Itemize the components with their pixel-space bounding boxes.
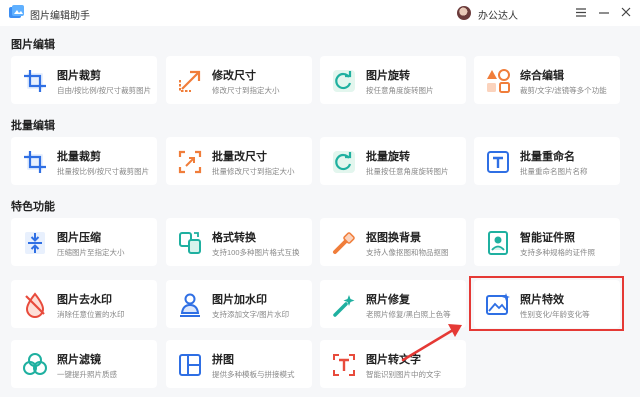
card-batch-rename[interactable]: 批量重命名 批量重命名图片名称	[474, 137, 620, 185]
sparkle-wand-icon	[333, 295, 355, 317]
card-filter-desc: 一键提升照片质感	[57, 370, 117, 379]
card-convert-title: 格式转换	[212, 232, 256, 244]
annotation-arrow-icon	[401, 324, 462, 362]
resize-icon	[179, 70, 201, 92]
shapes-icon	[487, 69, 510, 93]
card-rotate-title: 图片旋转	[366, 70, 410, 82]
avatar[interactable]	[457, 6, 471, 20]
crop-icon	[24, 70, 46, 92]
card-resize-title: 修改尺寸	[212, 70, 256, 82]
card-resize-desc: 修改尺寸到指定大小	[212, 86, 280, 95]
card-batch-rotate[interactable]: 批量旋转 批量按任意角度旋转图片	[320, 137, 466, 185]
card-cutout[interactable]: 抠图换背景 支持人像抠图和物品抠图	[320, 218, 466, 266]
card-watermark[interactable]: 图片加水印 支持添加文字/图片水印	[166, 280, 312, 328]
app-title: 图片编辑助手	[30, 11, 90, 22]
card-batch-rotate-title: 批量旋转	[366, 151, 410, 163]
text-t-icon	[487, 151, 509, 173]
card-compress-desc: 压缩图片至指定大小	[57, 248, 125, 257]
card-idphoto-desc: 支持多种规格的证件照	[520, 248, 595, 257]
card-collage-title: 拼图	[212, 354, 234, 366]
menu-button[interactable]	[574, 4, 588, 20]
card-collage[interactable]: 拼图 提供多种模板与拼接模式	[166, 340, 312, 388]
card-convert[interactable]: 格式转换 支持100多种图片格式互换	[166, 218, 312, 266]
card-filter-title: 照片滤镜	[57, 354, 101, 366]
minimize-button[interactable]	[597, 4, 611, 20]
card-idphoto-title: 智能证件照	[520, 232, 575, 244]
batch-resize-icon	[178, 150, 202, 174]
card-batch-resize-desc: 批量修改尺寸到指定大小	[212, 167, 295, 176]
magic-wand-icon	[333, 232, 355, 254]
section-title-features: 特色功能	[11, 201, 55, 213]
card-effects-title: 照片特效	[520, 294, 564, 306]
user-name[interactable]: 办公达人	[478, 7, 518, 22]
card-cutout-title: 抠图换背景	[366, 232, 421, 244]
minimize-icon	[599, 11, 609, 14]
app-logo-icon	[9, 5, 24, 18]
card-edit-desc: 裁剪/文字/滤镜等多个功能	[520, 86, 607, 95]
filter-circles-icon	[23, 353, 47, 375]
card-watermark-title: 图片加水印	[212, 294, 267, 306]
card-compress[interactable]: 图片压缩 压缩图片至指定大小	[11, 218, 157, 266]
card-resize[interactable]: 修改尺寸 修改尺寸到指定大小	[166, 56, 312, 104]
section-title-image-edit: 图片编辑	[11, 39, 55, 51]
card-rotate-desc: 按任意角度旋转图片	[366, 86, 434, 95]
close-icon	[621, 7, 631, 17]
card-batch-crop-title: 批量裁剪	[57, 151, 101, 163]
card-rotate[interactable]: 图片旋转 按任意角度旋转图片	[320, 56, 466, 104]
card-dewatermark[interactable]: 图片去水印 消除任意位置的水印	[11, 280, 157, 328]
card-collage-desc: 提供多种模板与拼接模式	[212, 370, 295, 379]
card-batch-crop-desc: 批量按比例/按尺寸裁剪图片	[57, 167, 150, 176]
text-scan-icon	[333, 354, 355, 376]
title-bar: 图片编辑助手 办公达人	[0, 0, 640, 26]
droplet-icon	[25, 292, 45, 318]
card-watermark-desc: 支持添加文字/图片水印	[212, 310, 290, 319]
card-effects[interactable]: 照片特效 性别变化/年龄变化等	[474, 280, 620, 328]
card-batch-resize[interactable]: 批量改尺寸 批量修改尺寸到指定大小	[166, 137, 312, 185]
rotate-icon	[333, 70, 355, 92]
card-compress-title: 图片压缩	[57, 232, 101, 244]
card-cutout-desc: 支持人像抠图和物品抠图	[366, 248, 449, 257]
card-effects-desc: 性别变化/年龄变化等	[520, 310, 590, 319]
card-batch-rename-title: 批量重命名	[520, 151, 575, 163]
card-idphoto[interactable]: 智能证件照 支持多种规格的证件照	[474, 218, 620, 266]
card-dewatermark-desc: 消除任意位置的水印	[57, 310, 125, 319]
compress-icon	[25, 232, 45, 254]
card-convert-desc: 支持100多种图片格式互换	[212, 248, 300, 257]
image-effects-icon	[486, 293, 510, 315]
stamp-icon	[180, 293, 200, 317]
card-crop-desc: 自由/按比例/按尺寸裁剪图片	[57, 86, 152, 95]
card-batch-resize-title: 批量改尺寸	[212, 151, 267, 163]
convert-icon	[179, 232, 201, 254]
card-dewatermark-title: 图片去水印	[57, 294, 112, 306]
card-batch-rename-desc: 批量重命名图片名称	[520, 167, 588, 176]
menu-icon	[576, 7, 586, 17]
card-repair-title: 照片修复	[366, 294, 410, 306]
card-batch-crop[interactable]: 批量裁剪 批量按比例/按尺寸裁剪图片	[11, 137, 157, 185]
batch-crop-icon	[24, 151, 46, 173]
card-crop-title: 图片裁剪	[57, 70, 101, 82]
card-edit-title: 综合编辑	[520, 70, 564, 82]
section-title-batch-edit: 批量编辑	[11, 120, 55, 132]
batch-rotate-icon	[333, 151, 355, 173]
card-ocr-desc: 智能识别图片中的文字	[366, 370, 441, 379]
card-filter[interactable]: 照片滤镜 一键提升照片质感	[11, 340, 157, 388]
id-photo-icon	[488, 231, 508, 255]
grid-layout-icon	[179, 354, 201, 376]
card-batch-rotate-desc: 批量按任意角度旋转图片	[366, 167, 449, 176]
card-edit[interactable]: 综合编辑 裁剪/文字/滤镜等多个功能	[474, 56, 620, 104]
card-crop[interactable]: 图片裁剪 自由/按比例/按尺寸裁剪图片	[11, 56, 157, 104]
close-button[interactable]	[619, 4, 633, 20]
